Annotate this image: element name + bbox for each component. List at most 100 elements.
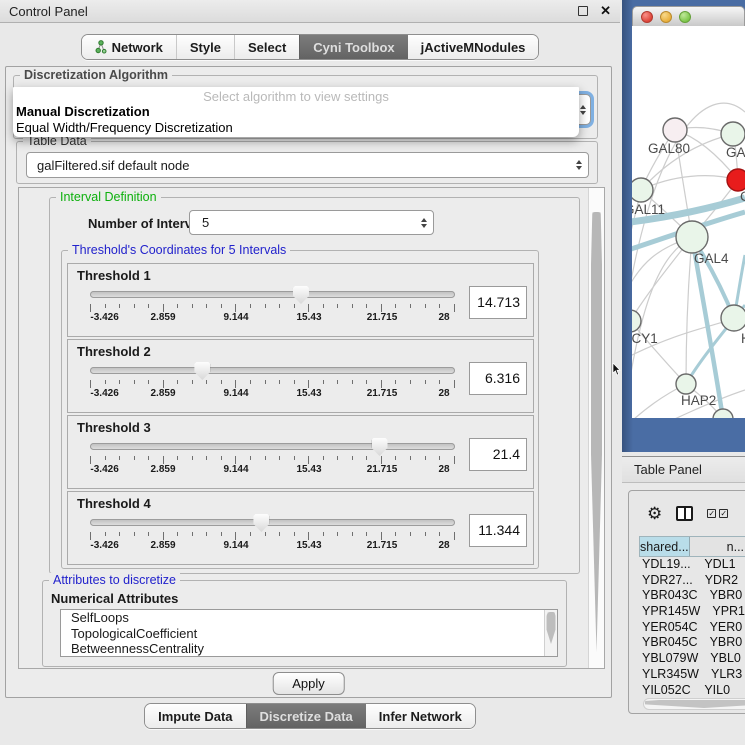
float-window-icon[interactable] <box>578 6 588 16</box>
cell-shared-name[interactable]: YPR145W <box>639 604 700 620</box>
slider-track[interactable] <box>90 443 455 450</box>
cell-shared-name[interactable]: YER054C <box>639 620 698 636</box>
table-horizontal-scrollbar[interactable] <box>643 698 745 710</box>
table-row[interactable]: YPR145WYPR1 <box>639 604 745 620</box>
split-columns-icon[interactable] <box>676 506 693 521</box>
network-node-gal11[interactable] <box>632 178 653 202</box>
threshold-slider[interactable] <box>88 285 457 304</box>
network-node-h[interactable] <box>721 305 745 331</box>
scale-label: 21.715 <box>367 464 398 475</box>
cell-shared-name[interactable]: YBR045C <box>639 635 698 651</box>
attribute-list-item[interactable]: SelfLoops <box>61 610 557 626</box>
network-node-gal80[interactable] <box>663 118 687 142</box>
scale-label: 2.859 <box>150 388 175 399</box>
network-edge[interactable] <box>686 237 692 384</box>
threshold-slider[interactable] <box>88 513 457 532</box>
slider-thumb[interactable] <box>372 438 388 456</box>
table-data-select[interactable]: galFiltered.sif default node <box>26 152 589 178</box>
network-node-ga[interactable] <box>721 122 745 146</box>
cell-name[interactable]: YDR2 <box>693 573 745 589</box>
cell-name[interactable]: YBR0 <box>698 635 745 651</box>
tab-discretize-data[interactable]: Discretize Data <box>246 704 366 728</box>
cell-shared-name[interactable]: YDR27... <box>639 573 693 589</box>
cell-shared-name[interactable]: YIL052C <box>639 683 692 695</box>
threshold-value-field[interactable] <box>469 286 527 319</box>
slider-thumb[interactable] <box>293 286 309 304</box>
scale-label: 28 <box>438 312 449 323</box>
table-row[interactable]: YBL079WYBL0 <box>639 651 745 667</box>
slider-track[interactable] <box>90 367 455 374</box>
table-row[interactable]: YDL19...YDL1 <box>639 557 745 573</box>
tab-network[interactable]: Network <box>82 35 176 59</box>
slider-thumb[interactable] <box>253 514 269 532</box>
table-row[interactable]: YIL052CYIL0 <box>639 683 745 695</box>
scale-label: 9.144 <box>223 464 248 475</box>
threshold-value-field[interactable] <box>469 514 527 547</box>
attribute-list-item[interactable]: TopologicalCoefficient <box>61 626 557 642</box>
cell-shared-name[interactable]: YBL079W <box>639 651 698 667</box>
table-panel-toolbar: ⚙ ✓ ✓ <box>629 491 745 536</box>
slider-scale: -3.4262.8599.14415.4321.71528 <box>90 388 455 401</box>
cell-name[interactable]: YBR0 <box>698 588 745 604</box>
settings-scroll-panel: Interval Definition Number of Intervals … <box>18 187 605 669</box>
select-columns-icon[interactable]: ✓ ✓ <box>707 509 728 518</box>
column-header-name[interactable]: n... <box>690 537 745 556</box>
threshold-value-field[interactable] <box>469 438 527 471</box>
network-node-hap2[interactable] <box>676 374 696 394</box>
table-row[interactable]: YBR043CYBR0 <box>639 588 745 604</box>
numerical-attributes-label: Numerical Attributes <box>51 591 566 606</box>
number-of-intervals-spinner[interactable]: 5 <box>189 210 434 235</box>
network-canvas[interactable]: GAL80GACGAL11GAL4GCY1HHAP2 <box>632 26 745 418</box>
tab-infer-network[interactable]: Infer Network <box>366 704 475 728</box>
combo-arrows-icon <box>580 105 586 115</box>
tab-cyni-toolbox[interactable]: Cyni Toolbox <box>299 35 407 59</box>
cell-name[interactable]: YPR1 <box>700 604 745 620</box>
column-header-shared-name[interactable]: shared... <box>640 537 690 556</box>
algorithm-option-manual[interactable]: Manual Discretization <box>13 104 579 120</box>
cell-shared-name[interactable]: YBR043C <box>639 588 698 604</box>
threshold-slider[interactable] <box>88 437 457 456</box>
tab-impute-data[interactable]: Impute Data <box>145 704 245 728</box>
zoom-traffic-light-icon[interactable] <box>679 11 691 23</box>
slider-track[interactable] <box>90 519 455 526</box>
tab-select[interactable]: Select <box>234 35 299 59</box>
cell-name[interactable]: YDL1 <box>692 557 745 573</box>
table-row[interactable]: YLR345WYLR3 <box>639 667 745 683</box>
cell-shared-name[interactable]: YDL19... <box>639 557 692 573</box>
tab-jactivemnodules[interactable]: jActiveMNodules <box>408 35 539 59</box>
network-node-gal4[interactable] <box>676 221 708 253</box>
settings-vertical-scrollbar[interactable] <box>588 188 604 668</box>
scale-label: 21.715 <box>367 388 398 399</box>
table-rows: YDL19...YDL1YDR27...YDR2YBR043CYBR0YPR14… <box>639 557 745 694</box>
cell-name[interactable]: YBL0 <box>698 651 745 667</box>
network-window-titlebar[interactable] <box>632 6 745 26</box>
algorithm-placeholder-option[interactable]: Select algorithm to view settings <box>13 87 579 104</box>
table-row[interactable]: YDR27...YDR2 <box>639 573 745 589</box>
attributes-to-discretize-group: Attributes to discretize Numerical Attri… <box>42 580 567 667</box>
minimize-traffic-light-icon[interactable] <box>660 11 672 23</box>
close-traffic-light-icon[interactable] <box>641 11 653 23</box>
attributes-scrollbar[interactable] <box>544 610 557 656</box>
cell-name[interactable]: YLR3 <box>699 667 745 683</box>
close-icon[interactable]: ✕ <box>600 6 611 16</box>
table-row[interactable]: YER054CYER0 <box>639 620 745 636</box>
tab-style[interactable]: Style <box>176 35 234 59</box>
attribute-list-item[interactable]: BetweennessCentrality <box>61 641 557 657</box>
cell-name[interactable]: YIL0 <box>692 683 745 695</box>
algorithm-option-equal-width[interactable]: Equal Width/Frequency Discretization <box>13 120 579 136</box>
threshold-value-field[interactable] <box>469 362 527 395</box>
cell-shared-name[interactable]: YLR345W <box>639 667 699 683</box>
slider-track[interactable] <box>90 291 455 298</box>
control-panel-titlebar: Control Panel ✕ <box>0 0 620 23</box>
threshold-slider[interactable] <box>88 361 457 380</box>
cell-name[interactable]: YER0 <box>698 620 745 636</box>
network-node-label: C <box>740 189 745 204</box>
slider-thumb[interactable] <box>194 362 210 380</box>
apply-button[interactable]: Apply <box>272 672 345 695</box>
threshold-panel: Threshold 4 -3.4262.8599.14415.4321.7152… <box>67 491 534 565</box>
network-node-label: GA <box>726 145 745 160</box>
table-row[interactable]: YBR045CYBR0 <box>639 635 745 651</box>
network-node-c[interactable] <box>727 169 745 191</box>
gear-icon[interactable]: ⚙ <box>647 505 662 522</box>
attributes-group-title: Attributes to discretize <box>49 573 180 587</box>
